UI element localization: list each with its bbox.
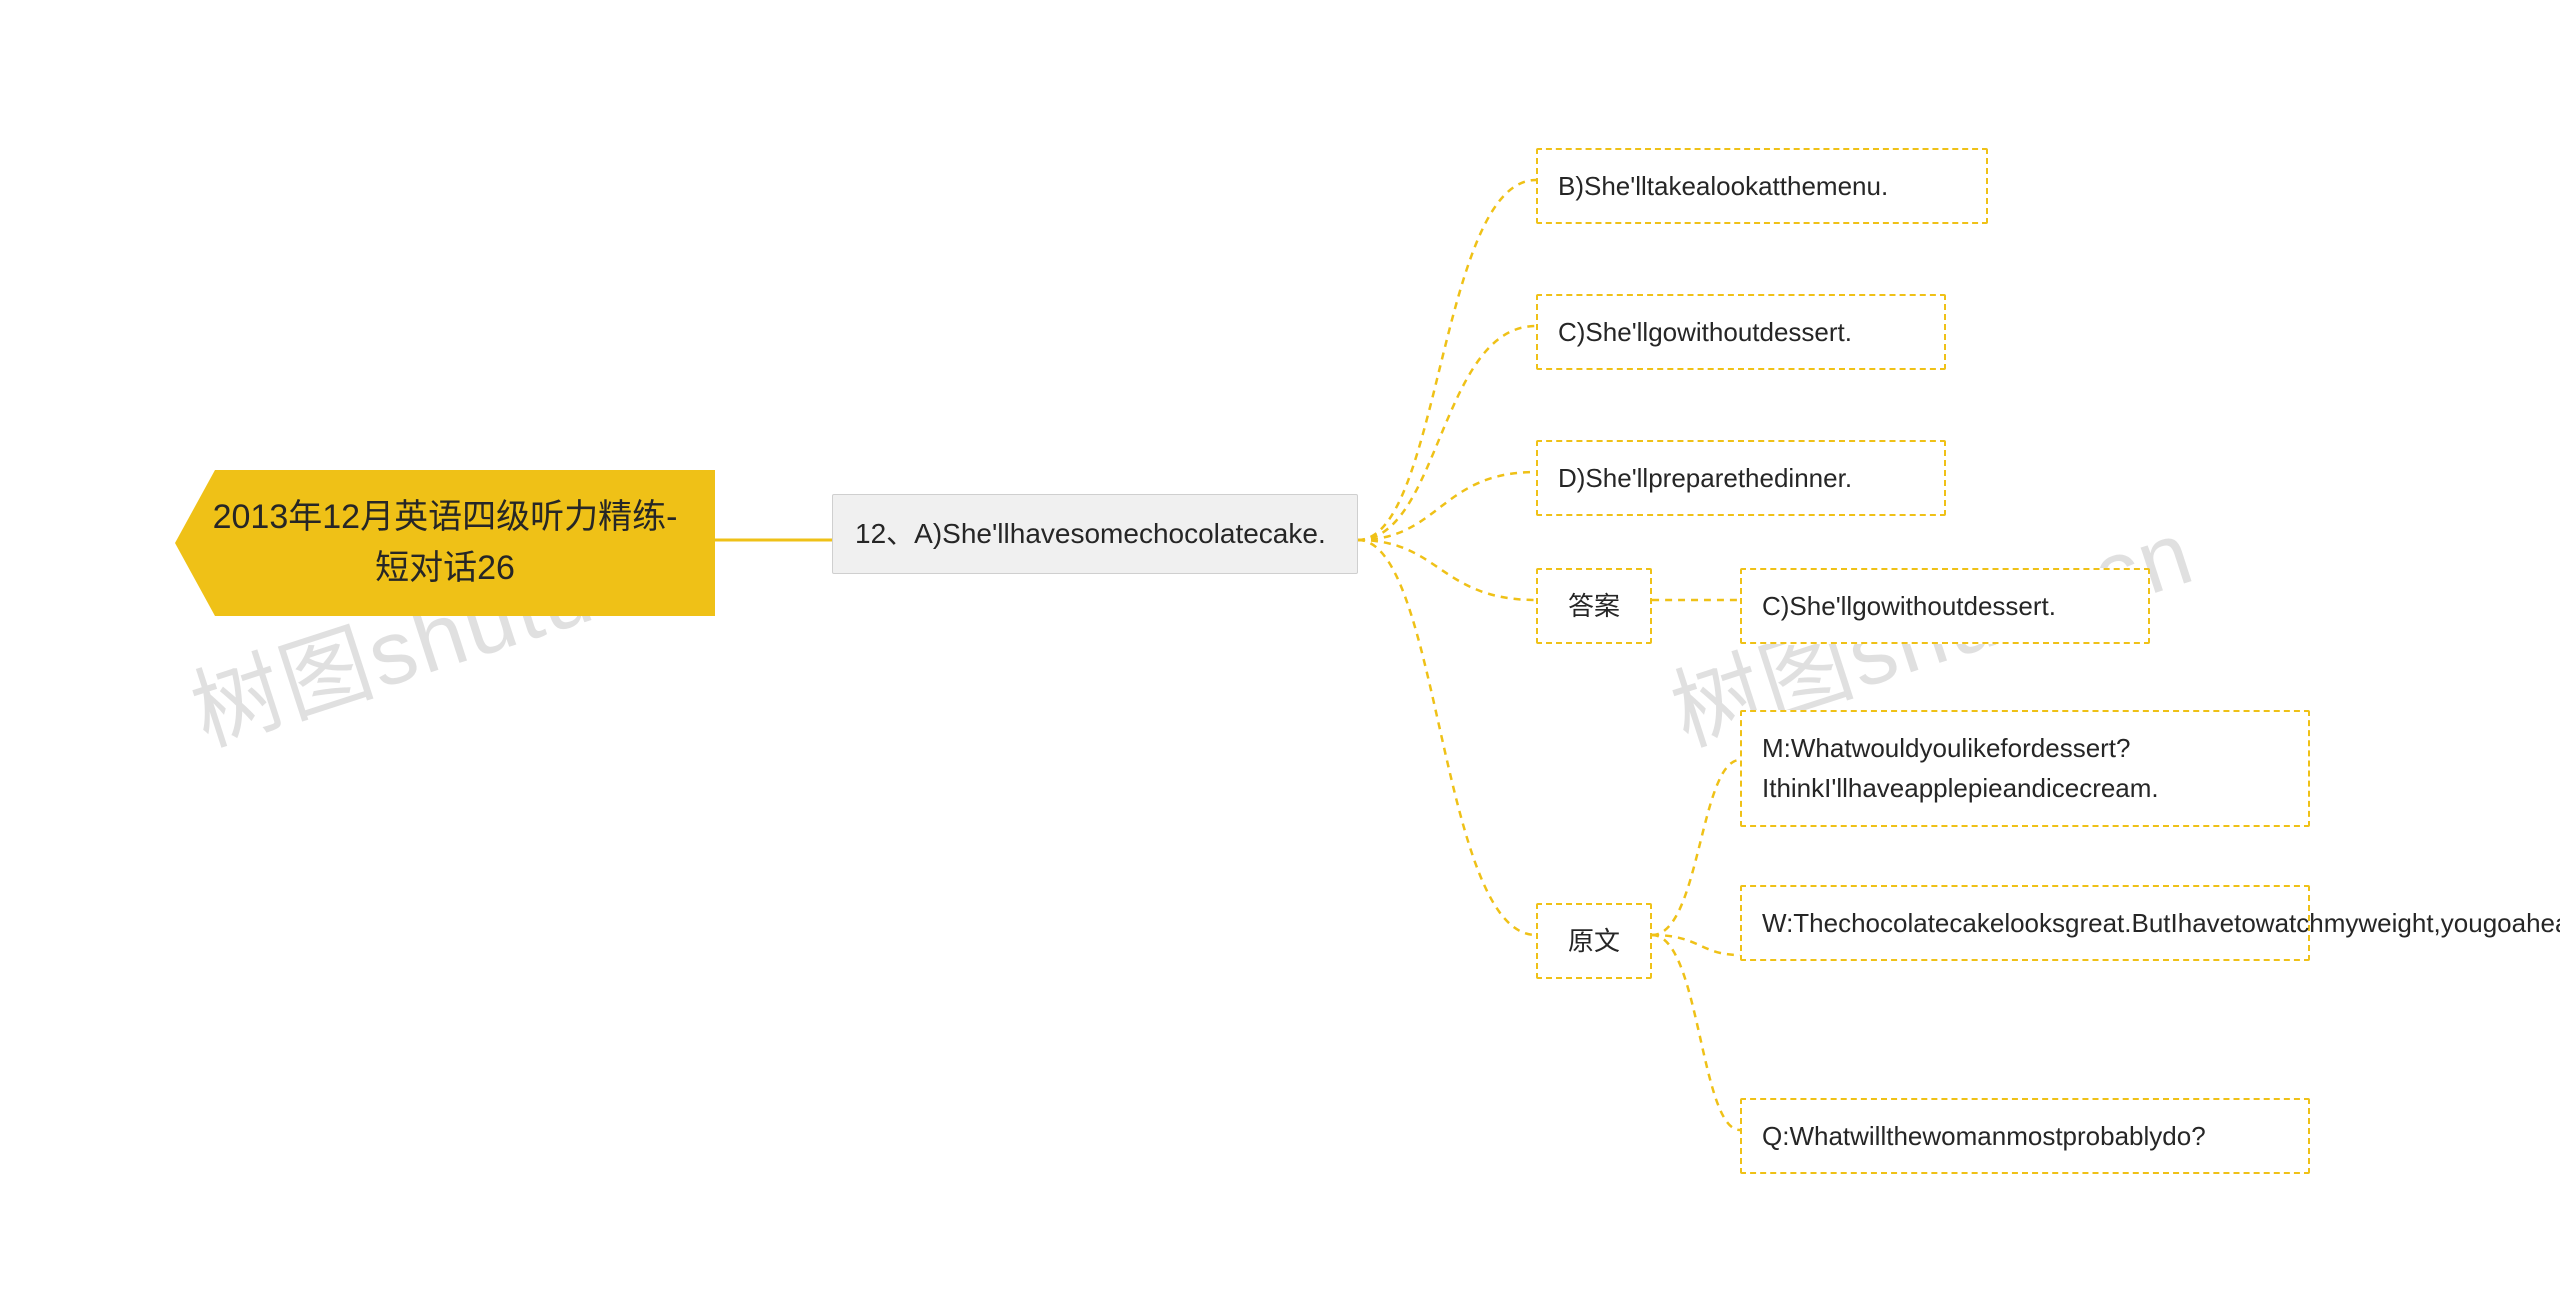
option-d-node[interactable]: D)She'llpreparethedinner. <box>1536 440 1946 516</box>
transcript-w-node[interactable]: W:Thechocolatecakelooksgreat.ButIhavetow… <box>1740 885 2310 961</box>
root-node[interactable]: 2013年12月英语四级听力精练-短对话26 <box>175 470 715 616</box>
transcript-w-text: W:Thechocolatecakelooksgreat.ButIhavetow… <box>1762 908 2560 938</box>
answer-label-text: 答案 <box>1568 591 1620 621</box>
transcript-label-text: 原文 <box>1568 926 1620 956</box>
transcript-q-node[interactable]: Q:Whatwillthewomanmostprobablydo? <box>1740 1098 2310 1174</box>
root-title: 2013年12月英语四级听力精练-短对话26 <box>213 498 678 587</box>
option-c-node[interactable]: C)She'llgowithoutdessert. <box>1536 294 1946 370</box>
transcript-label-node[interactable]: 原文 <box>1536 903 1652 979</box>
option-c-text: C)She'llgowithoutdessert. <box>1558 317 1852 347</box>
answer-value-node[interactable]: C)She'llgowithoutdessert. <box>1740 568 2150 644</box>
transcript-q-text: Q:Whatwillthewomanmostprobablydo? <box>1762 1121 2206 1151</box>
question-label: 12、A)She'llhavesomechocolatecake. <box>855 518 1326 549</box>
answer-label-node[interactable]: 答案 <box>1536 568 1652 644</box>
option-d-text: D)She'llpreparethedinner. <box>1558 463 1852 493</box>
option-b-node[interactable]: B)She'lltakealookatthemenu. <box>1536 148 1988 224</box>
transcript-m-text: M:Whatwouldyoulikefordessert?IthinkI'llh… <box>1762 733 2159 803</box>
transcript-m-node[interactable]: M:Whatwouldyoulikefordessert?IthinkI'llh… <box>1740 710 2310 827</box>
question-node[interactable]: 12、A)She'llhavesomechocolatecake. <box>832 494 1358 574</box>
answer-value-text: C)She'llgowithoutdessert. <box>1762 591 2056 621</box>
option-b-text: B)She'lltakealookatthemenu. <box>1558 171 1888 201</box>
